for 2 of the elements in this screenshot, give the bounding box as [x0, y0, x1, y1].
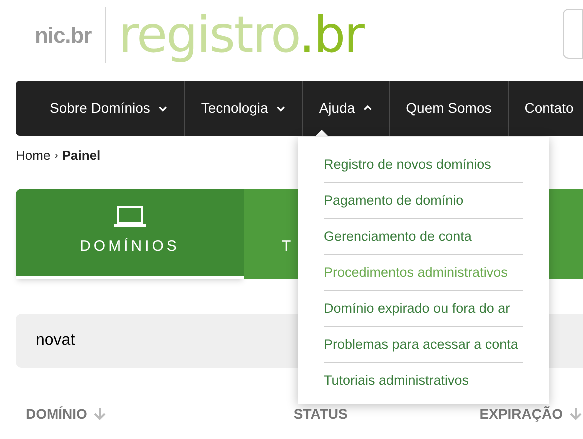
- breadcrumb-current: Painel: [62, 147, 101, 165]
- breadcrumb-separator: ›: [54, 148, 58, 164]
